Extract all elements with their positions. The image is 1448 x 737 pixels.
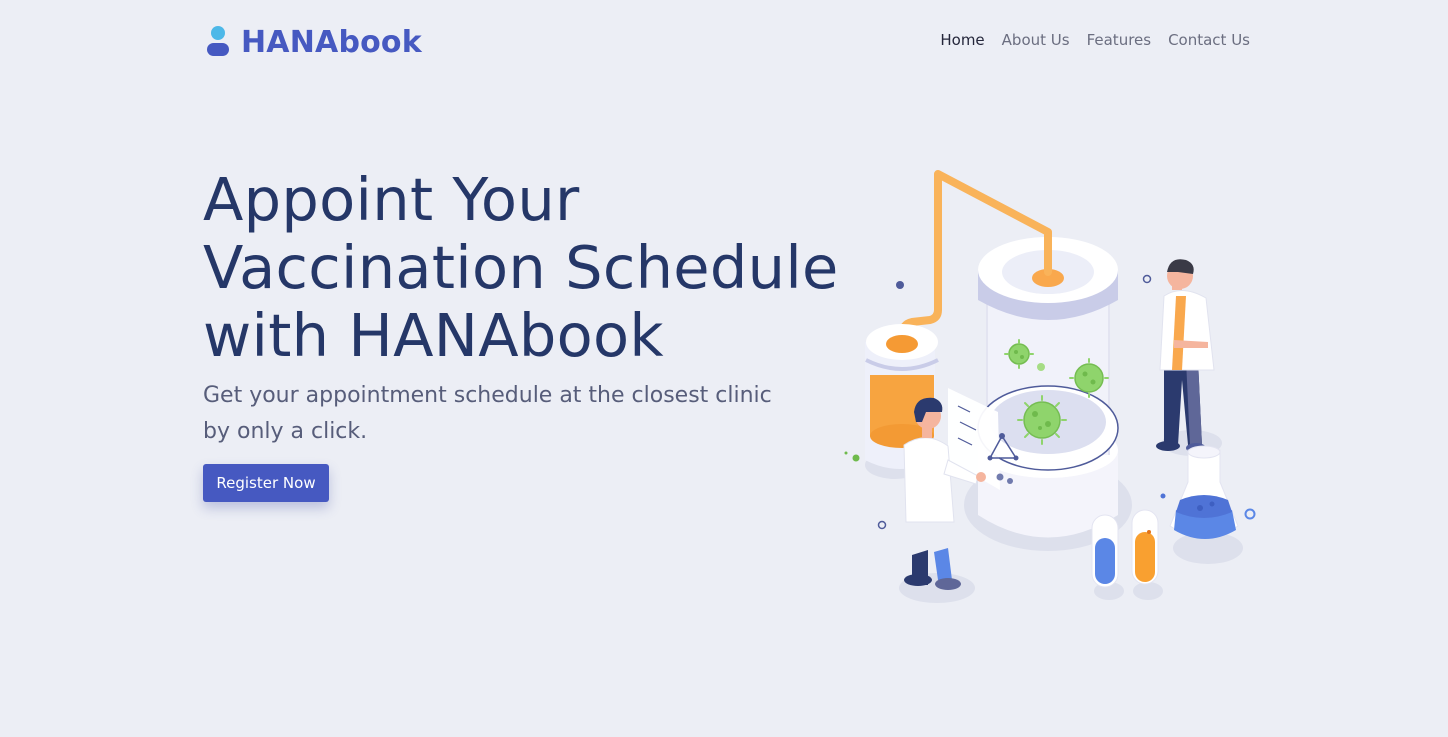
nav-about-us[interactable]: About Us [1002,31,1070,49]
nav-contact-us[interactable]: Contact Us [1168,31,1250,49]
hero-title: Appoint Your Vaccination Schedule with H… [203,165,839,370]
brand-name: HANAbook [241,24,422,60]
laboratory-vaccine-illustration [844,170,1256,603]
hero-subtitle: Get your appointment schedule at the clo… [203,383,772,444]
register-now-button[interactable]: Register Now [203,464,329,502]
brand-logo[interactable]: HANAbook [205,24,422,60]
person-icon [207,26,229,56]
nav-home[interactable]: Home [940,31,984,49]
nav-features[interactable]: Features [1087,31,1152,49]
landing-page: HANAbook Home About Us Features Contact … [0,0,1448,737]
main-nav: Home About Us Features Contact Us [940,31,1250,49]
